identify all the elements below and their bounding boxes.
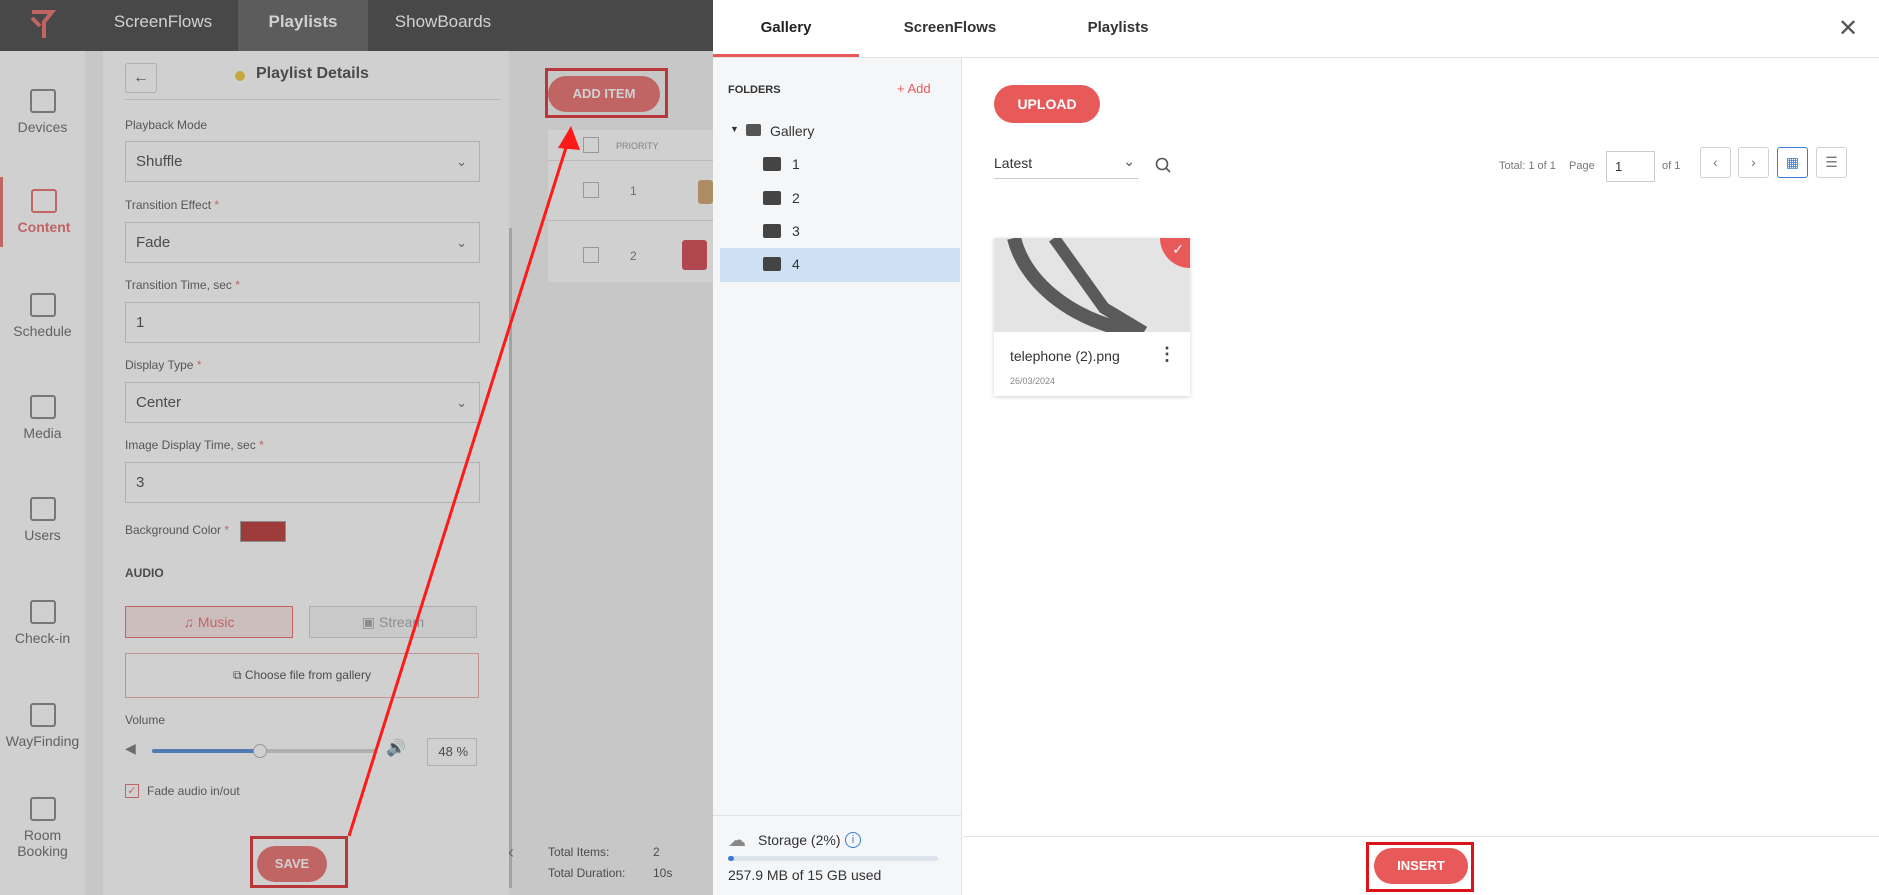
- storage-label: Storage (2%): [758, 832, 841, 848]
- list-view-icon[interactable]: ☰: [1816, 147, 1847, 178]
- folder-icon: [763, 191, 781, 205]
- info-icon[interactable]: i: [845, 832, 861, 848]
- tab-screenflows[interactable]: ScreenFlows: [877, 0, 1023, 57]
- sort-value: Latest: [994, 155, 1033, 171]
- divider: [713, 815, 962, 816]
- search-icon[interactable]: [1155, 157, 1171, 173]
- folder-3[interactable]: 3: [728, 215, 960, 249]
- page-label: Page: [1569, 160, 1595, 172]
- add-folder-button[interactable]: + Add: [897, 81, 931, 96]
- folder-label: 4: [792, 256, 800, 272]
- prev-page-button[interactable]: ‹: [1700, 147, 1731, 178]
- telephone-icon: [1007, 238, 1148, 332]
- file-name: telephone (2).png: [1010, 348, 1120, 364]
- page-input[interactable]: 1: [1606, 151, 1655, 182]
- folder-label: 1: [792, 156, 800, 172]
- caret-down-icon: ▼: [730, 124, 739, 134]
- add-folder-label: Add: [907, 81, 931, 96]
- gallery-folder-icon: [746, 124, 761, 136]
- chevron-down-icon: ⌄: [1123, 153, 1135, 169]
- annotation-arrow: [347, 126, 580, 837]
- folder-icon: [763, 257, 781, 271]
- folders-header: FOLDERS: [728, 84, 781, 96]
- folder-2[interactable]: 2: [728, 182, 960, 216]
- folder-icon: [763, 224, 781, 238]
- close-icon[interactable]: ✕: [1838, 14, 1858, 43]
- divider: [963, 836, 1879, 837]
- more-options-icon[interactable]: ⋮: [1158, 344, 1176, 365]
- folder-gallery-root[interactable]: ▼ Gallery: [728, 115, 960, 149]
- folder-1[interactable]: 1: [728, 148, 960, 182]
- grid-view-icon[interactable]: ▦: [1777, 147, 1808, 178]
- folder-label: 3: [792, 223, 800, 239]
- upload-button[interactable]: UPLOAD: [994, 85, 1100, 123]
- storage-bar: [728, 856, 938, 861]
- insert-highlight-box: [1366, 842, 1474, 892]
- file-card[interactable]: ✓ telephone (2).png 26/03/2024 ⋮: [994, 238, 1190, 396]
- total-count: Total: 1 of 1: [1499, 160, 1556, 172]
- folder-label: Gallery: [770, 123, 815, 139]
- folder-4[interactable]: 4: [720, 248, 960, 282]
- tab-playlists[interactable]: Playlists: [1045, 0, 1191, 57]
- tab-gallery[interactable]: Gallery: [713, 0, 859, 57]
- sort-select[interactable]: Latest ⌄: [994, 153, 1139, 179]
- file-thumbnail: [994, 238, 1190, 332]
- cloud-icon: ☁: [728, 830, 746, 850]
- storage-used-text: 257.9 MB of 15 GB used: [728, 867, 882, 883]
- plus-icon: +: [897, 81, 908, 96]
- file-date: 26/03/2024: [1010, 376, 1056, 386]
- folder-label: 2: [792, 190, 800, 206]
- storage-bar-fill: [728, 856, 734, 861]
- folder-icon: [763, 157, 781, 171]
- next-page-button[interactable]: ›: [1738, 147, 1769, 178]
- page-total: of 1: [1662, 160, 1681, 172]
